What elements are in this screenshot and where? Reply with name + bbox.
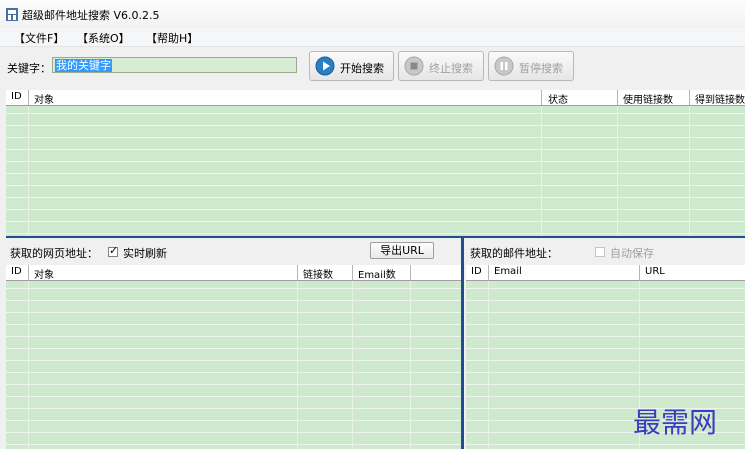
watermark-text: 最需网 <box>633 406 718 439</box>
stop-search-button[interactable]: 终止搜索 <box>398 51 484 81</box>
title-bar: 超级邮件地址搜索 V6.0.2.5 <box>0 0 745 28</box>
table-header: ID 对象 状态 使用链接数 得到链接数 <box>6 90 745 106</box>
keyword-input[interactable] <box>52 57 297 73</box>
search-objects-table[interactable]: ID 对象 状态 使用链接数 得到链接数 <box>6 90 745 236</box>
col-used-links[interactable]: 使用链接数 <box>623 91 673 106</box>
auto-save-checkbox[interactable] <box>595 247 605 257</box>
start-search-label: 开始搜索 <box>340 62 384 75</box>
menu-file[interactable]: 【文件F】 <box>14 30 64 46</box>
keyword-label: 关键字： <box>7 62 51 75</box>
horizontal-splitter[interactable] <box>6 236 745 238</box>
pages-pane-label: 获取的网页地址： <box>10 247 98 260</box>
col-id[interactable]: ID <box>471 266 482 277</box>
col-id[interactable]: ID <box>11 91 22 102</box>
col-object[interactable]: 对象 <box>34 91 54 106</box>
menu-bar: 【文件F】 【系统O】 【帮助H】 <box>0 28 745 47</box>
col-link-count[interactable]: 链接数 <box>303 266 333 281</box>
menu-system[interactable]: 【系统O】 <box>77 30 130 46</box>
col-email[interactable]: Email <box>494 266 522 277</box>
app-window: 超级邮件地址搜索 V6.0.2.5 【文件F】 【系统O】 【帮助H】 关键字：… <box>0 0 745 449</box>
checkmark-icon: ✓ <box>109 244 119 257</box>
stop-icon <box>404 56 424 76</box>
pages-table[interactable]: ID 对象 链接数 Email数 <box>6 265 461 449</box>
col-url[interactable]: URL <box>645 266 665 277</box>
emails-table-header: ID Email URL <box>466 265 745 281</box>
col-object[interactable]: 对象 <box>34 266 54 281</box>
realtime-refresh-checkbox[interactable]: ✓ <box>108 244 119 257</box>
start-search-button[interactable]: 开始搜索 <box>309 51 394 81</box>
pause-search-label: 暂停搜索 <box>519 62 563 75</box>
app-icon <box>6 8 18 21</box>
menu-help[interactable]: 【帮助H】 <box>146 30 198 46</box>
emails-pane-label: 获取的邮件地址： <box>470 247 558 260</box>
pause-search-button[interactable]: 暂停搜索 <box>488 51 574 81</box>
stop-search-label: 终止搜索 <box>429 62 473 75</box>
auto-save-label: 自动保存 <box>610 247 654 260</box>
col-got-links[interactable]: 得到链接数 <box>695 91 745 106</box>
vertical-splitter[interactable] <box>461 238 464 449</box>
window-title: 超级邮件地址搜索 V6.0.2.5 <box>22 9 160 22</box>
col-email-count[interactable]: Email数 <box>358 266 396 281</box>
realtime-refresh-label: 实时刷新 <box>123 247 167 260</box>
col-status[interactable]: 状态 <box>548 91 568 106</box>
pages-table-header: ID 对象 链接数 Email数 <box>6 265 461 281</box>
col-id[interactable]: ID <box>11 266 22 277</box>
play-icon <box>315 56 335 76</box>
pause-icon <box>494 56 514 76</box>
toolbar: 关键字： 我的关键字 开始搜索 终止搜索 暂停搜索 <box>0 47 745 89</box>
export-url-button[interactable]: 导出URL <box>370 242 434 259</box>
